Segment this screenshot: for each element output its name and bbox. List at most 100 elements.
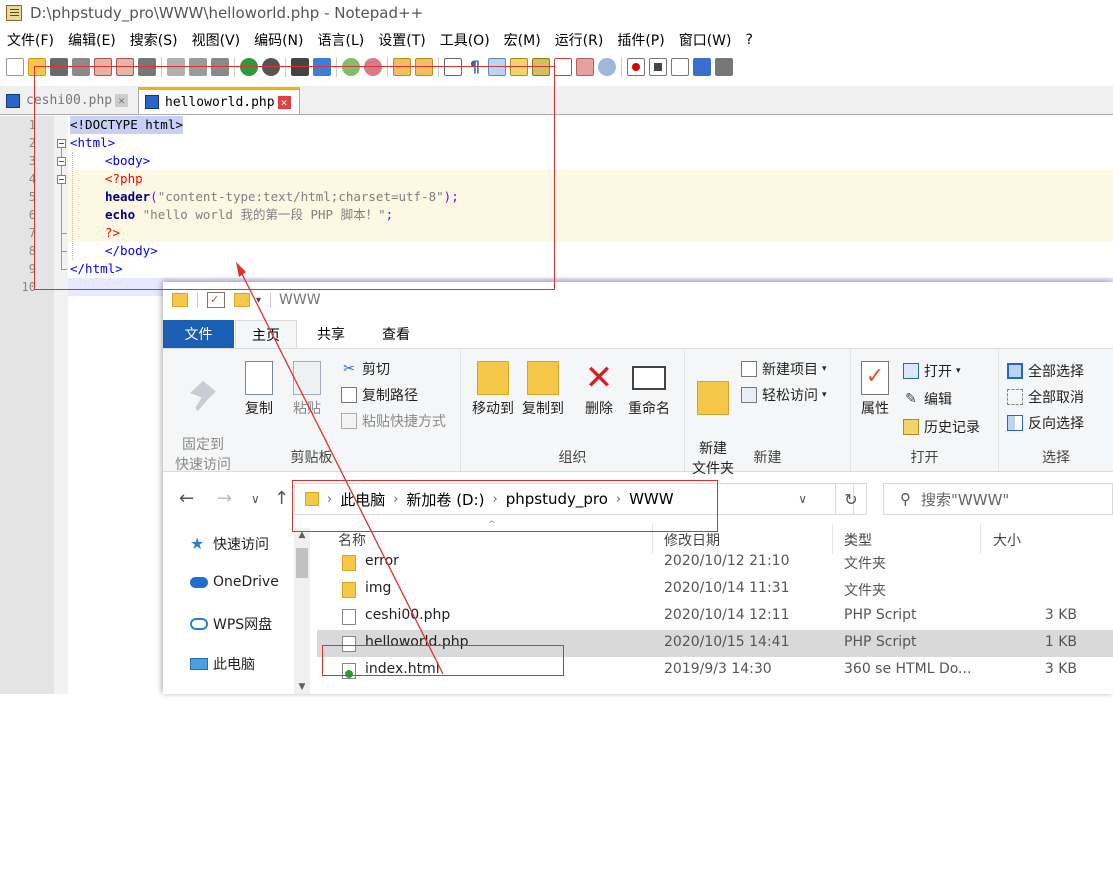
- address-dropdown-icon[interactable]: ∨: [798, 492, 807, 506]
- tab-helloworld[interactable]: helloworld.php ✕: [138, 87, 300, 114]
- menu-plugins[interactable]: 插件(P): [610, 30, 671, 50]
- new-folder-quick-icon[interactable]: [234, 293, 250, 307]
- menu-file[interactable]: 文件(F): [0, 30, 61, 50]
- menu-settings[interactable]: 设置(T): [371, 30, 432, 50]
- address-bar[interactable]: › 此电脑 › 新加卷 (D:) › phpstudy_pro › WWW ∨: [294, 483, 854, 515]
- back-arrow-icon[interactable]: ←: [179, 488, 194, 509]
- breadcrumb-this-pc[interactable]: 此电脑: [340, 489, 385, 510]
- scroll-down-icon[interactable]: ▼: [294, 682, 310, 692]
- print-icon[interactable]: [138, 58, 156, 76]
- fold-toggle-icon[interactable]: [57, 157, 66, 166]
- close-file-icon[interactable]: [94, 58, 112, 76]
- history-button[interactable]: 历史记录: [903, 417, 980, 437]
- folder-workspace-icon[interactable]: [576, 58, 594, 76]
- column-header-size[interactable]: 大小: [993, 530, 1021, 550]
- save-all-icon[interactable]: [72, 58, 90, 76]
- scrollbar-thumb[interactable]: [296, 548, 308, 578]
- table-row[interactable]: error 2020/10/12 21:10 文件夹: [317, 549, 1113, 576]
- zoom-out-icon[interactable]: [364, 58, 382, 76]
- fold-toggle-icon[interactable]: [57, 175, 66, 184]
- paste-shortcut-button[interactable]: 粘贴快捷方式: [341, 411, 446, 431]
- nav-quick-access[interactable]: ★ 快速访问: [190, 534, 269, 554]
- paste-button[interactable]: 粘贴: [287, 361, 327, 419]
- breadcrumb-phpstudy[interactable]: phpstudy_pro: [506, 490, 608, 508]
- show-all-chars-icon[interactable]: ¶: [466, 58, 484, 76]
- undo-icon[interactable]: [240, 58, 258, 76]
- copy-icon[interactable]: [189, 58, 207, 76]
- menu-encoding[interactable]: 编码(N): [247, 30, 310, 50]
- menu-run[interactable]: 运行(R): [548, 30, 611, 50]
- udl-icon[interactable]: [510, 58, 528, 76]
- menu-search[interactable]: 搜索(S): [123, 30, 185, 50]
- monitoring-icon[interactable]: [598, 58, 616, 76]
- column-header-date[interactable]: 修改日期: [664, 530, 720, 550]
- invert-selection-button[interactable]: 反向选择: [1007, 413, 1084, 433]
- easy-access-button[interactable]: 轻松访问 ▾: [741, 385, 827, 405]
- menu-macro[interactable]: 宏(M): [497, 30, 548, 50]
- up-arrow-icon[interactable]: ↑: [274, 488, 289, 509]
- refresh-button[interactable]: ↻: [835, 483, 867, 515]
- replace-icon[interactable]: [313, 58, 331, 76]
- properties-quick-icon[interactable]: ✓: [207, 292, 225, 308]
- new-item-button[interactable]: 新建项目 ▾: [741, 359, 827, 379]
- menu-window[interactable]: 窗口(W): [672, 30, 739, 50]
- scroll-up-icon[interactable]: ▲: [294, 530, 310, 540]
- doc-map-icon[interactable]: [532, 58, 550, 76]
- zoom-in-icon[interactable]: [342, 58, 360, 76]
- copy-button[interactable]: 复制: [239, 361, 279, 419]
- table-row-selected[interactable]: helloworld.php 2020/10/15 14:41 PHP Scri…: [317, 630, 1113, 657]
- copy-to-button[interactable]: 复制到: [519, 361, 567, 419]
- fold-toggle-icon[interactable]: [57, 139, 66, 148]
- run-macro-multiple-icon[interactable]: [693, 58, 711, 76]
- menu-edit[interactable]: 编辑(E): [61, 30, 123, 50]
- column-header-type[interactable]: 类型: [844, 530, 872, 550]
- table-row[interactable]: index.html 2019/9/3 14:30 360 se HTML Do…: [317, 657, 1113, 684]
- ribbon-tab-view[interactable]: 查看: [368, 320, 424, 348]
- record-macro-icon[interactable]: [627, 58, 645, 76]
- save-macro-icon[interactable]: [715, 58, 733, 76]
- breadcrumb-drive-d[interactable]: 新加卷 (D:): [406, 489, 484, 510]
- menu-language[interactable]: 语言(L): [311, 30, 372, 50]
- close-tab-icon[interactable]: ✕: [115, 94, 129, 107]
- rename-button[interactable]: 重命名: [625, 361, 673, 419]
- table-row[interactable]: ceshi00.php 2020/10/14 12:11 PHP Script …: [317, 603, 1113, 630]
- nav-wps-drive[interactable]: WPS网盘: [190, 614, 272, 634]
- select-all-button[interactable]: 全部选择: [1007, 361, 1084, 381]
- play-macro-icon[interactable]: [671, 58, 689, 76]
- nav-onedrive[interactable]: OneDrive: [190, 574, 279, 590]
- ribbon-tab-home[interactable]: 主页: [235, 320, 297, 348]
- menu-help[interactable]: ?: [739, 32, 760, 48]
- customize-quick-access-icon[interactable]: ▾: [256, 295, 261, 306]
- sync-vertical-icon[interactable]: [393, 58, 411, 76]
- cut-icon[interactable]: [167, 58, 185, 76]
- recent-locations-icon[interactable]: ∨: [251, 492, 260, 506]
- tab-ceshi00[interactable]: ceshi00.php ✕: [0, 88, 136, 113]
- paste-icon[interactable]: [211, 58, 229, 76]
- nav-scrollbar[interactable]: ▲ ▼: [294, 528, 310, 694]
- open-button[interactable]: 打开 ▾: [903, 361, 961, 381]
- nav-this-pc[interactable]: 此电脑: [190, 654, 255, 674]
- properties-button[interactable]: ✓ 属性: [855, 361, 895, 419]
- menu-view[interactable]: 视图(V): [185, 30, 248, 50]
- redo-icon[interactable]: [262, 58, 280, 76]
- find-icon[interactable]: [291, 58, 309, 76]
- new-file-icon[interactable]: [6, 58, 24, 76]
- search-box[interactable]: ⚲ 搜索"WWW": [883, 483, 1113, 515]
- stop-macro-icon[interactable]: [649, 58, 667, 76]
- copy-path-button[interactable]: 复制路径: [341, 385, 418, 405]
- cut-button[interactable]: ✂ 剪切: [341, 359, 390, 379]
- ribbon-tab-file[interactable]: 文件: [163, 320, 234, 348]
- forward-arrow-icon[interactable]: →: [217, 488, 232, 509]
- save-icon[interactable]: [50, 58, 68, 76]
- close-all-icon[interactable]: [116, 58, 134, 76]
- select-none-button[interactable]: 全部取消: [1007, 387, 1084, 407]
- open-file-icon[interactable]: [28, 58, 46, 76]
- move-to-button[interactable]: 移动到: [469, 361, 517, 419]
- table-row[interactable]: img 2020/10/14 11:31 文件夹: [317, 576, 1113, 603]
- breadcrumb-www[interactable]: WWW: [629, 490, 674, 508]
- word-wrap-icon[interactable]: [444, 58, 462, 76]
- menu-tools[interactable]: 工具(O): [433, 30, 497, 50]
- ribbon-tab-share[interactable]: 共享: [303, 320, 359, 348]
- indent-guide-icon[interactable]: [488, 58, 506, 76]
- edit-button[interactable]: ✎ 编辑: [903, 389, 952, 409]
